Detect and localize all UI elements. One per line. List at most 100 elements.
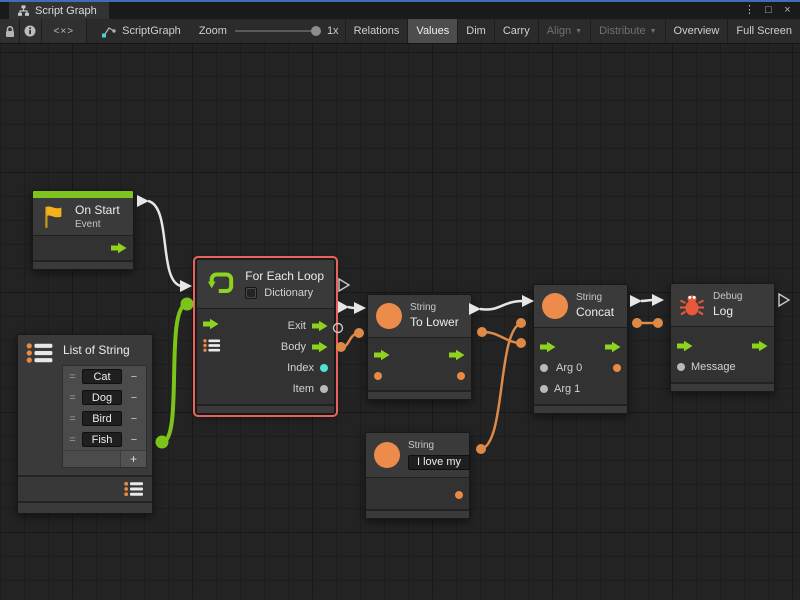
message-in-port[interactable] bbox=[677, 363, 685, 371]
overview-button[interactable]: Overview bbox=[665, 19, 728, 43]
remove-item-button[interactable]: − bbox=[125, 434, 143, 446]
code-icon: <×> bbox=[54, 26, 75, 37]
arg0-label: Arg 0 bbox=[556, 362, 582, 374]
arg0-in-port[interactable] bbox=[540, 364, 548, 372]
zoom-control: Zoom 1x bbox=[193, 19, 345, 43]
body-flow-out-port[interactable] bbox=[312, 341, 328, 353]
code-view-button[interactable]: <×> bbox=[42, 19, 88, 43]
flag-icon bbox=[41, 204, 67, 230]
node-list-of-string[interactable]: List of String = − = − = − = − bbox=[17, 334, 153, 514]
result-out-port[interactable] bbox=[613, 364, 621, 372]
item-port-label: Item bbox=[293, 383, 314, 395]
node-footer bbox=[33, 260, 133, 269]
window-menu-button[interactable]: ⋮ bbox=[741, 3, 758, 18]
wire-item-to-tolower[interactable] bbox=[336, 328, 364, 352]
distribute-dropdown[interactable]: Distribute ▼ bbox=[590, 19, 664, 43]
list-item-row: = − bbox=[63, 408, 146, 429]
relations-button[interactable]: Relations bbox=[345, 19, 408, 43]
index-port-label: Index bbox=[287, 362, 314, 374]
flow-in-port[interactable] bbox=[203, 318, 219, 330]
list-item-input[interactable] bbox=[82, 432, 122, 447]
graph-canvas[interactable]: On Start Event List of String = − = bbox=[0, 44, 800, 599]
node-footer bbox=[18, 501, 152, 513]
zoom-slider-handle[interactable] bbox=[311, 26, 321, 36]
node-debug-log[interactable]: Debug Log Message bbox=[670, 283, 775, 392]
list-editor: = − = − = − = − + bbox=[62, 365, 147, 468]
list-item-input[interactable] bbox=[82, 369, 122, 384]
log-out-unconnected-hint bbox=[779, 294, 789, 306]
flow-out-port[interactable] bbox=[449, 349, 465, 361]
list-out-port[interactable] bbox=[124, 481, 144, 497]
string-out-port[interactable] bbox=[457, 372, 465, 380]
node-for-each-loop[interactable]: For Each Loop Dictionary Exit Body Index bbox=[196, 259, 335, 414]
list-item-row: = − bbox=[63, 387, 146, 408]
add-item-button[interactable]: + bbox=[120, 451, 146, 467]
remove-item-button[interactable]: − bbox=[125, 392, 143, 404]
exit-flow-out-port[interactable] bbox=[312, 320, 328, 332]
item-out-port[interactable] bbox=[320, 385, 328, 393]
remove-item-button[interactable]: − bbox=[125, 371, 143, 383]
flow-out-port[interactable] bbox=[111, 242, 127, 254]
chevron-down-icon: ▼ bbox=[650, 28, 657, 35]
node-type-label: String bbox=[410, 302, 459, 314]
chevron-down-icon: ▼ bbox=[575, 28, 582, 35]
tab-bar: Script Graph ⋮ □ × bbox=[0, 2, 800, 19]
remove-item-button[interactable]: − bbox=[125, 413, 143, 425]
hierarchy-icon bbox=[17, 5, 30, 16]
dim-button[interactable]: Dim bbox=[457, 19, 494, 43]
wire-tolower-to-concat[interactable] bbox=[469, 295, 534, 315]
arg1-in-port[interactable] bbox=[540, 385, 548, 393]
wire-concat-to-message[interactable] bbox=[632, 318, 663, 328]
graph-name: ScriptGraph bbox=[122, 25, 181, 37]
flow-in-port[interactable] bbox=[540, 341, 556, 353]
node-concat[interactable]: String Concat Arg 0 Arg 1 bbox=[533, 284, 628, 414]
flow-in-port[interactable] bbox=[374, 349, 390, 361]
tab-script-graph[interactable]: Script Graph bbox=[9, 2, 109, 19]
drag-handle-icon[interactable]: = bbox=[66, 371, 79, 383]
window-maximize-button[interactable]: □ bbox=[760, 3, 777, 18]
wire-list-to-foreach[interactable] bbox=[156, 298, 194, 449]
node-string-literal[interactable]: String bbox=[365, 432, 470, 519]
node-title: To Lower bbox=[410, 314, 459, 330]
drag-handle-icon[interactable]: = bbox=[66, 392, 79, 404]
string-circle-icon bbox=[542, 293, 568, 319]
node-footer bbox=[368, 390, 471, 399]
string-in-port[interactable] bbox=[374, 372, 382, 380]
dictionary-checkbox[interactable] bbox=[245, 287, 257, 299]
list-in-port[interactable] bbox=[203, 338, 221, 353]
wire-tolower-to-arg1[interactable] bbox=[477, 327, 526, 348]
values-button[interactable]: Values bbox=[407, 19, 457, 43]
wire-literal-to-arg0[interactable] bbox=[476, 318, 526, 454]
node-subtitle: Event bbox=[75, 218, 120, 231]
window-close-button[interactable]: × bbox=[779, 3, 796, 18]
index-out-port[interactable] bbox=[320, 364, 328, 372]
wire-body-to-tolower[interactable] bbox=[338, 301, 366, 314]
lock-button[interactable] bbox=[0, 19, 20, 43]
align-dropdown[interactable]: Align ▼ bbox=[538, 19, 590, 43]
carry-button[interactable]: Carry bbox=[494, 19, 538, 43]
wire-onstart-to-foreach[interactable] bbox=[137, 195, 192, 292]
list-item-input[interactable] bbox=[82, 411, 122, 426]
graph-breadcrumb[interactable]: ScriptGraph bbox=[87, 19, 193, 43]
lock-icon bbox=[4, 25, 16, 38]
flow-in-port[interactable] bbox=[677, 340, 693, 352]
drag-handle-icon[interactable]: = bbox=[66, 434, 79, 446]
wire-concat-to-log[interactable] bbox=[630, 294, 664, 307]
info-button[interactable] bbox=[20, 19, 41, 43]
fullscreen-button[interactable]: Full Screen bbox=[727, 19, 800, 43]
flow-out-port[interactable] bbox=[605, 341, 621, 353]
arg1-label: Arg 1 bbox=[554, 383, 580, 395]
node-type-label: String bbox=[576, 292, 614, 304]
flow-out-port[interactable] bbox=[752, 340, 768, 352]
list-item-input[interactable] bbox=[82, 390, 122, 405]
zoom-slider[interactable] bbox=[235, 30, 319, 32]
drag-handle-icon[interactable]: = bbox=[66, 413, 79, 425]
string-value-input[interactable] bbox=[408, 455, 470, 470]
node-footer bbox=[534, 404, 627, 413]
node-footer bbox=[671, 382, 774, 391]
node-on-start[interactable]: On Start Event bbox=[32, 190, 134, 270]
node-to-lower[interactable]: String To Lower bbox=[367, 294, 472, 400]
string-circle-icon bbox=[374, 442, 400, 468]
string-out-port[interactable] bbox=[455, 491, 463, 499]
dictionary-label: Dictionary bbox=[264, 287, 313, 299]
